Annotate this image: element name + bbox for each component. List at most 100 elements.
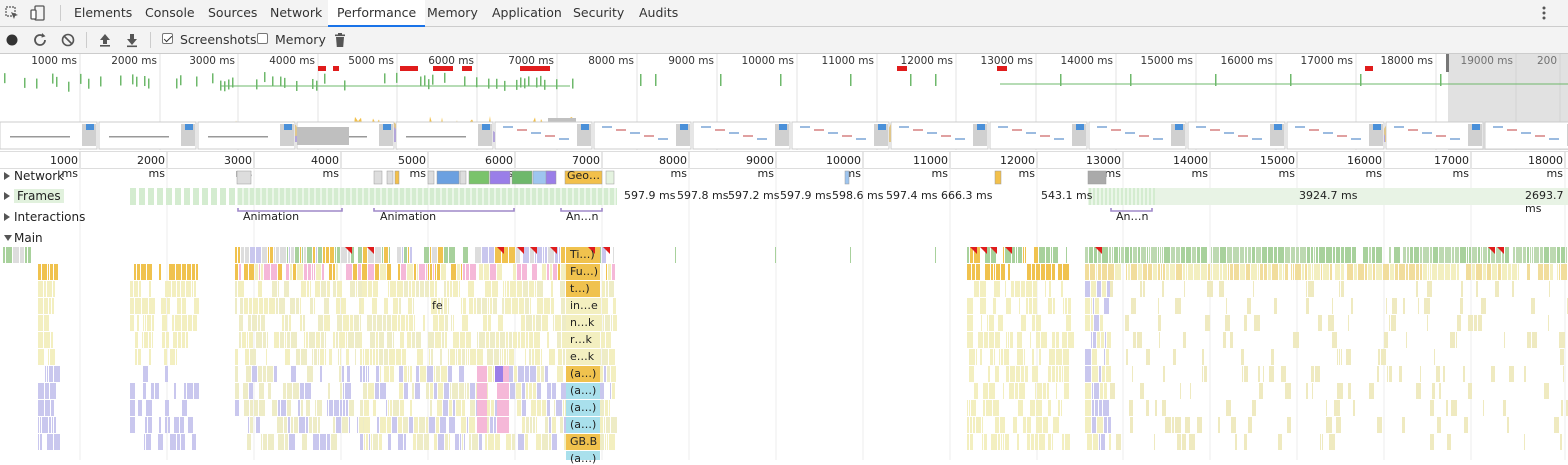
main-task-bar xyxy=(1109,434,1111,450)
main-task-bar xyxy=(244,298,248,314)
collect-garbage-icon[interactable] xyxy=(332,32,348,48)
screenshots-checkbox[interactable] xyxy=(162,33,173,44)
main-task-bar xyxy=(1248,417,1252,433)
main-call-label: Fu…) xyxy=(570,265,598,278)
main-task-bar xyxy=(463,298,466,314)
main-task-bar xyxy=(289,315,291,331)
main-task-bar xyxy=(973,417,975,433)
collapse-main-icon[interactable] xyxy=(4,235,12,241)
main-task-bar xyxy=(353,264,357,280)
main-task-bar xyxy=(305,383,311,399)
main-task-bar xyxy=(526,315,532,331)
record-icon[interactable] xyxy=(4,32,20,48)
reload-icon[interactable] xyxy=(32,32,48,48)
expand-interactions-icon[interactable] xyxy=(4,213,10,221)
expand-network-icon[interactable] xyxy=(4,172,10,180)
main-task-bar xyxy=(545,247,547,263)
main-task-bar xyxy=(430,383,433,399)
main-task-bar xyxy=(1268,264,1271,280)
main-task-bar xyxy=(450,349,455,365)
network-track[interactable]: Network xyxy=(0,168,1568,186)
main-task-bar xyxy=(42,264,47,280)
timeline-overview[interactable]: 1000 ms 2000 ms 3000 ms 4000 ms 5000 ms 6000 … xyxy=(0,54,1568,150)
screenshot-content xyxy=(1549,138,1559,140)
main-task-bar xyxy=(258,366,262,382)
tab-security[interactable]: Security xyxy=(564,0,633,26)
main-task-bar xyxy=(502,298,504,314)
main-task-bar xyxy=(248,315,251,331)
main-task-bar xyxy=(1252,400,1256,416)
main-task-bar xyxy=(239,315,243,331)
tab-console[interactable]: Console xyxy=(136,0,204,26)
device-toolbar-icon[interactable] xyxy=(30,5,46,21)
main-task-bar xyxy=(1300,247,1306,263)
main-task-bar xyxy=(269,298,275,314)
main-task-bar xyxy=(355,349,356,365)
frame-duration-label: 597.9 ms xyxy=(780,189,832,202)
main-task-bar xyxy=(451,315,452,331)
main-task-bar xyxy=(358,247,362,263)
screenshot-content xyxy=(616,129,626,131)
main-task-bar xyxy=(335,247,336,263)
main-track[interactable]: Main xyxy=(0,230,1568,248)
tab-audits[interactable]: Audits xyxy=(630,0,687,26)
main-task-bar xyxy=(444,281,446,297)
tab-network[interactable]: Network xyxy=(261,0,331,26)
main-task-bar xyxy=(1532,247,1533,263)
main-task-bar xyxy=(333,332,335,348)
main-task-bar xyxy=(413,298,414,314)
main-task-bar xyxy=(487,349,493,365)
main-task-bar xyxy=(306,332,308,348)
main-task-bar xyxy=(416,366,419,382)
screenshot-content xyxy=(1493,126,1503,128)
main-task-bar xyxy=(360,417,363,433)
interactions-track[interactable]: Interactions xyxy=(0,209,1568,227)
main-task-bar xyxy=(489,247,494,263)
main-task-bar xyxy=(612,264,615,280)
fps-bar xyxy=(228,79,230,90)
main-task-bar xyxy=(518,366,524,382)
screenshot-content xyxy=(1196,126,1206,128)
fps-bar xyxy=(36,78,38,89)
screenshot-toolbar xyxy=(1472,124,1480,130)
main-task-bar xyxy=(434,383,437,399)
memory-checkbox[interactable] xyxy=(257,33,268,44)
fps-bar xyxy=(384,73,386,84)
main-task-bar xyxy=(268,247,269,263)
main-task-bar xyxy=(1416,281,1418,297)
tab-elements[interactable]: Elements xyxy=(65,0,141,26)
main-task-bar xyxy=(608,264,611,280)
overview-tick-label: 5000 ms xyxy=(348,55,394,67)
screenshot-content xyxy=(208,136,268,138)
tab-sources[interactable]: Sources xyxy=(199,0,266,26)
more-options-icon[interactable] xyxy=(1542,5,1546,21)
main-task-bar xyxy=(1175,298,1181,314)
main-task-bar xyxy=(263,332,266,348)
tab-performance[interactable]: Performance xyxy=(328,0,426,27)
main-task-bar xyxy=(1523,247,1526,263)
tab-application[interactable]: Application xyxy=(483,0,571,26)
main-task-bar xyxy=(1227,247,1232,263)
main-task-bar xyxy=(1466,264,1471,280)
tab-memory[interactable]: Memory xyxy=(418,0,487,26)
main-task-bar xyxy=(1046,264,1051,280)
save-profile-icon[interactable] xyxy=(124,32,140,48)
main-task-bar xyxy=(1015,383,1018,399)
main-task-bar xyxy=(465,383,466,399)
main-task-bar xyxy=(1045,281,1046,297)
load-profile-icon[interactable] xyxy=(97,32,113,48)
main-task-bar xyxy=(563,400,564,416)
main-task-bar xyxy=(989,383,995,399)
clear-icon[interactable] xyxy=(60,32,76,48)
expand-frames-icon[interactable] xyxy=(4,192,10,200)
main-task-bar xyxy=(404,366,407,382)
inspect-element-icon[interactable] xyxy=(4,5,20,21)
main-task-bar xyxy=(146,400,152,416)
main-task-bar xyxy=(458,349,461,365)
main-task-bar xyxy=(1283,264,1284,280)
main-task-bar xyxy=(310,281,311,297)
main-call-label: (a…) xyxy=(570,418,597,431)
main-task-bar xyxy=(1019,383,1025,399)
main-task-bar xyxy=(261,264,263,280)
main-task-bar xyxy=(1377,417,1382,433)
